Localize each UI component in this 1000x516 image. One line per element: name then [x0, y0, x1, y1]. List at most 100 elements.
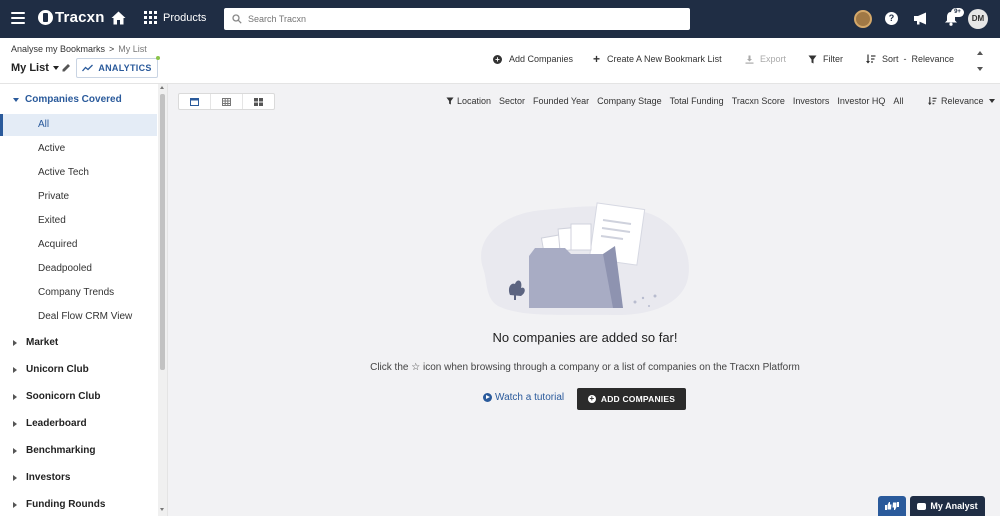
sidebar-section-benchmarking[interactable]: Benchmarking — [13, 445, 95, 456]
sidebar-section-label: Companies Covered — [25, 94, 122, 105]
list-name: My List — [11, 62, 49, 74]
sidebar-item-private[interactable]: Private — [0, 186, 157, 208]
sidebar-item-active-tech[interactable]: Active Tech — [0, 162, 157, 184]
sort-action[interactable]: Sort - Relevance — [866, 54, 954, 64]
card-view-button[interactable] — [179, 94, 211, 109]
scroll-up-arrow-icon[interactable] — [160, 86, 164, 89]
filter-location[interactable]: Location — [457, 96, 491, 106]
sidebar-section-companies-covered[interactable]: Companies Covered — [13, 94, 122, 105]
chevron-right-icon — [13, 501, 17, 508]
notification-badge: 9+ — [951, 8, 964, 17]
sidebar-section-soonicorn-club[interactable]: Soonicorn Club — [13, 391, 100, 402]
filter-founded-year[interactable]: Founded Year — [533, 96, 589, 106]
sidebar-item-exited[interactable]: Exited — [0, 210, 157, 232]
chevron-up-icon[interactable] — [977, 51, 983, 55]
filter-company-stage[interactable]: Company Stage — [597, 96, 662, 106]
grid-icon — [144, 11, 157, 24]
sidebar-item-active[interactable]: Active — [0, 138, 157, 160]
coin-icon[interactable] — [854, 10, 872, 28]
home-icon[interactable] — [111, 11, 126, 25]
avatar[interactable]: DM — [968, 9, 988, 29]
filter-bar: Location Sector Founded Year Company Sta… — [446, 96, 911, 106]
sidebar-item-acquired[interactable]: Acquired — [0, 234, 157, 256]
sidebar-item-deadpooled[interactable]: Deadpooled — [0, 258, 157, 280]
sidebar-item-all[interactable]: All — [0, 114, 157, 136]
sidebar-item-company-trends[interactable]: Company Trends — [0, 282, 157, 304]
filter-icon — [446, 97, 454, 105]
export-action[interactable]: Export — [745, 54, 786, 64]
grid-view-icon — [254, 97, 263, 106]
breadcrumb-parent[interactable]: Analyse my Bookmarks — [11, 44, 105, 54]
view-toggle — [178, 93, 275, 110]
chevron-right-icon — [13, 474, 17, 481]
table-view-button[interactable] — [211, 94, 243, 109]
chevron-down-icon — [13, 97, 19, 102]
sidebar-section-leaderboard[interactable]: Leaderboard — [13, 418, 87, 429]
add-companies-action[interactable]: + Add Companies — [493, 54, 573, 64]
header-scroll-stepper[interactable] — [975, 51, 985, 71]
watch-tutorial-link[interactable]: Watch a tutorial — [483, 392, 564, 403]
search-box[interactable] — [224, 8, 690, 30]
sidebar: Companies Covered All Active Active Tech… — [0, 84, 168, 516]
chevron-down-icon[interactable] — [977, 67, 983, 71]
sort-separator: - — [903, 54, 907, 64]
create-bookmark-list-action[interactable]: + Create A New Bookmark List — [593, 53, 722, 65]
add-companies-button[interactable]: + ADD COMPANIES — [577, 388, 686, 410]
bullhorn-icon[interactable] — [913, 12, 929, 25]
empty-state-title: No companies are added so far! — [492, 330, 678, 345]
list-selector[interactable]: My List — [11, 62, 59, 74]
download-icon — [745, 55, 754, 64]
sidebar-section-label: Market — [26, 337, 59, 348]
pencil-icon[interactable] — [62, 63, 71, 72]
chevron-right-icon — [13, 393, 17, 400]
sidebar-section-label: Funding Rounds — [26, 499, 106, 510]
grid-view-button[interactable] — [243, 94, 274, 109]
sidebar-section-market[interactable]: Market — [13, 337, 58, 348]
feedback-button[interactable] — [878, 496, 906, 516]
plus-circle-icon: + — [493, 54, 502, 64]
tutorial-label: Watch a tutorial — [495, 392, 565, 403]
breadcrumb-current: My List — [118, 44, 147, 54]
empty-state-subtitle: Click the ☆ icon when browsing through a… — [330, 362, 840, 373]
filter-icon — [808, 55, 817, 63]
add-companies-label: Add Companies — [509, 54, 574, 64]
sidebar-section-funding-rounds[interactable]: Funding Rounds — [13, 499, 105, 510]
sidebar-scroll-thumb[interactable] — [160, 94, 165, 370]
scroll-down-arrow-icon[interactable] — [160, 508, 164, 511]
hamburger-icon[interactable] — [11, 11, 25, 25]
filter-investor-hq[interactable]: Investor HQ — [837, 96, 885, 106]
sort-dropdown[interactable]: Relevance — [928, 96, 995, 106]
empty-subtitle-after: icon when browsing through a company or … — [423, 362, 800, 373]
tracxn-logo[interactable]: Tracxn — [38, 9, 105, 26]
empty-folder-illustration — [481, 202, 689, 316]
sidebar-section-investors[interactable]: Investors — [13, 472, 70, 483]
logo-mark-icon — [38, 10, 53, 25]
sidebar-item-deal-flow-crm[interactable]: Deal Flow CRM View — [0, 306, 157, 328]
sidebar-section-unicorn-club[interactable]: Unicorn Club — [13, 364, 89, 375]
chevron-down-icon — [988, 99, 995, 103]
my-analyst-button[interactable]: My Analyst — [910, 496, 985, 516]
filter-action[interactable]: Filter — [808, 54, 843, 64]
line-chart-icon — [82, 64, 94, 72]
filter-all[interactable]: All — [893, 96, 903, 106]
sidebar-section-label: Investors — [26, 472, 71, 483]
top-nav: Tracxn Products ? 9+ DM — [0, 0, 1000, 38]
table-view-icon — [222, 97, 231, 106]
products-menu[interactable]: Products — [144, 11, 206, 24]
star-icon: ☆ — [411, 362, 421, 373]
filter-sector[interactable]: Sector — [499, 96, 525, 106]
chevron-right-icon — [13, 339, 17, 346]
breadcrumb-separator: > — [109, 44, 115, 54]
filter-investors[interactable]: Investors — [793, 96, 830, 106]
play-icon — [483, 393, 492, 402]
breadcrumb: Analyse my Bookmarks > My List — [11, 44, 147, 54]
filter-tracxn-score[interactable]: Tracxn Score — [732, 96, 785, 106]
sidebar-section-label: Unicorn Club — [26, 364, 89, 375]
analytics-button[interactable]: ANALYTICS — [76, 58, 158, 78]
logo-text: Tracxn — [55, 9, 105, 26]
filter-total-funding[interactable]: Total Funding — [670, 96, 724, 106]
my-analyst-label: My Analyst — [930, 501, 978, 511]
search-input[interactable] — [248, 14, 668, 24]
help-icon[interactable]: ? — [885, 12, 898, 25]
sort-label: Sort — [882, 54, 899, 64]
